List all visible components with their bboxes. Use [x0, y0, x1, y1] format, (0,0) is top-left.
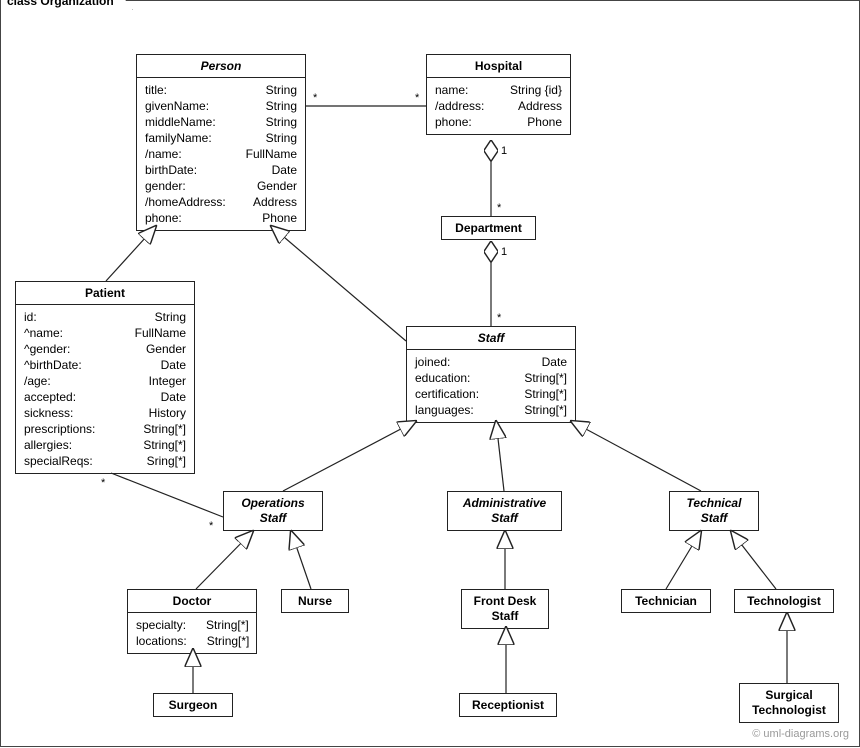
class-staff: Staff joined:Dateeducation:String[*]cert…	[406, 326, 576, 423]
class-title: Surgeon	[154, 694, 232, 716]
attr-row: languages:String[*]	[415, 402, 567, 418]
attr-row: /age:Integer	[24, 373, 186, 389]
frame-label: class Organization	[0, 0, 133, 10]
attr-row: /homeAddress:Address	[145, 194, 297, 210]
class-receptionist: Receptionist	[459, 693, 557, 717]
mult: 1	[501, 145, 507, 157]
class-title: Technician	[622, 590, 710, 612]
class-front-desk: Front Desk Staff	[461, 589, 549, 629]
class-person: Person title:StringgivenName:Stringmiddl…	[136, 54, 306, 231]
attr-row: /name:FullName	[145, 146, 297, 162]
class-surg-tech: Surgical Technologist	[739, 683, 839, 723]
mult: *	[313, 92, 318, 104]
class-hospital: Hospital name:String {id}/address:Addres…	[426, 54, 571, 135]
attr-row: /address:Address	[435, 98, 562, 114]
class-title: Hospital	[427, 55, 570, 78]
attr-row: joined:Date	[415, 354, 567, 370]
class-title: Patient	[16, 282, 194, 305]
uml-frame: class Organization Person title:Stringgi…	[0, 0, 860, 747]
attr-row: middleName:String	[145, 114, 297, 130]
mult: *	[209, 520, 214, 532]
class-title: Surgical Technologist	[740, 684, 838, 722]
attr-row: gender:Gender	[145, 178, 297, 194]
attr-row: familyName:String	[145, 130, 297, 146]
watermark: © uml-diagrams.org	[752, 728, 849, 740]
class-doctor: Doctor specialty:String[*]locations:Stri…	[127, 589, 257, 654]
class-title: Department	[442, 217, 535, 239]
class-title: Front Desk Staff	[462, 590, 548, 628]
attr-row: birthDate:Date	[145, 162, 297, 178]
class-attrs: specialty:String[*]locations:String[*]	[128, 613, 256, 653]
attr-row: ^gender:Gender	[24, 341, 186, 357]
class-title: Receptionist	[460, 694, 556, 716]
class-title: Administrative Staff	[448, 492, 561, 530]
class-title: Technologist	[735, 590, 833, 612]
mult: *	[101, 477, 106, 489]
attr-row: ^birthDate:Date	[24, 357, 186, 373]
attr-row: education:String[*]	[415, 370, 567, 386]
attr-row: name:String {id}	[435, 82, 562, 98]
class-attrs: title:StringgivenName:StringmiddleName:S…	[137, 78, 305, 230]
attr-row: accepted:Date	[24, 389, 186, 405]
attr-row: specialReqs:Sring[*]	[24, 453, 186, 469]
attr-row: locations:String[*]	[136, 633, 248, 649]
mult: 1	[501, 246, 507, 258]
mult: *	[497, 312, 502, 324]
class-nurse: Nurse	[281, 589, 349, 613]
class-title: Doctor	[128, 590, 256, 613]
class-ops-staff: Operations Staff	[223, 491, 323, 531]
class-department: Department	[441, 216, 536, 240]
attr-row: specialty:String[*]	[136, 617, 248, 633]
class-attrs: id:String^name:FullName^gender:Gender^bi…	[16, 305, 194, 473]
class-surgeon: Surgeon	[153, 693, 233, 717]
class-admin-staff: Administrative Staff	[447, 491, 562, 531]
class-title: Operations Staff	[224, 492, 322, 530]
attr-row: prescriptions:String[*]	[24, 421, 186, 437]
class-technologist: Technologist	[734, 589, 834, 613]
attr-row: allergies:String[*]	[24, 437, 186, 453]
attr-row: sickness:History	[24, 405, 186, 421]
attr-row: givenName:String	[145, 98, 297, 114]
class-attrs: joined:Dateeducation:String[*]certificat…	[407, 350, 575, 422]
attr-row: certification:String[*]	[415, 386, 567, 402]
class-tech-staff: Technical Staff	[669, 491, 759, 531]
mult: *	[415, 92, 420, 104]
class-title: Nurse	[282, 590, 348, 612]
attr-row: title:String	[145, 82, 297, 98]
class-title: Staff	[407, 327, 575, 350]
attr-row: ^name:FullName	[24, 325, 186, 341]
class-patient: Patient id:String^name:FullName^gender:G…	[15, 281, 195, 474]
class-title: Person	[137, 55, 305, 78]
class-attrs: name:String {id}/address:Addressphone:Ph…	[427, 78, 570, 134]
class-technician: Technician	[621, 589, 711, 613]
attr-row: phone:Phone	[435, 114, 562, 130]
attr-row: id:String	[24, 309, 186, 325]
class-title: Technical Staff	[670, 492, 758, 530]
attr-row: phone:Phone	[145, 210, 297, 226]
mult: *	[497, 202, 502, 214]
